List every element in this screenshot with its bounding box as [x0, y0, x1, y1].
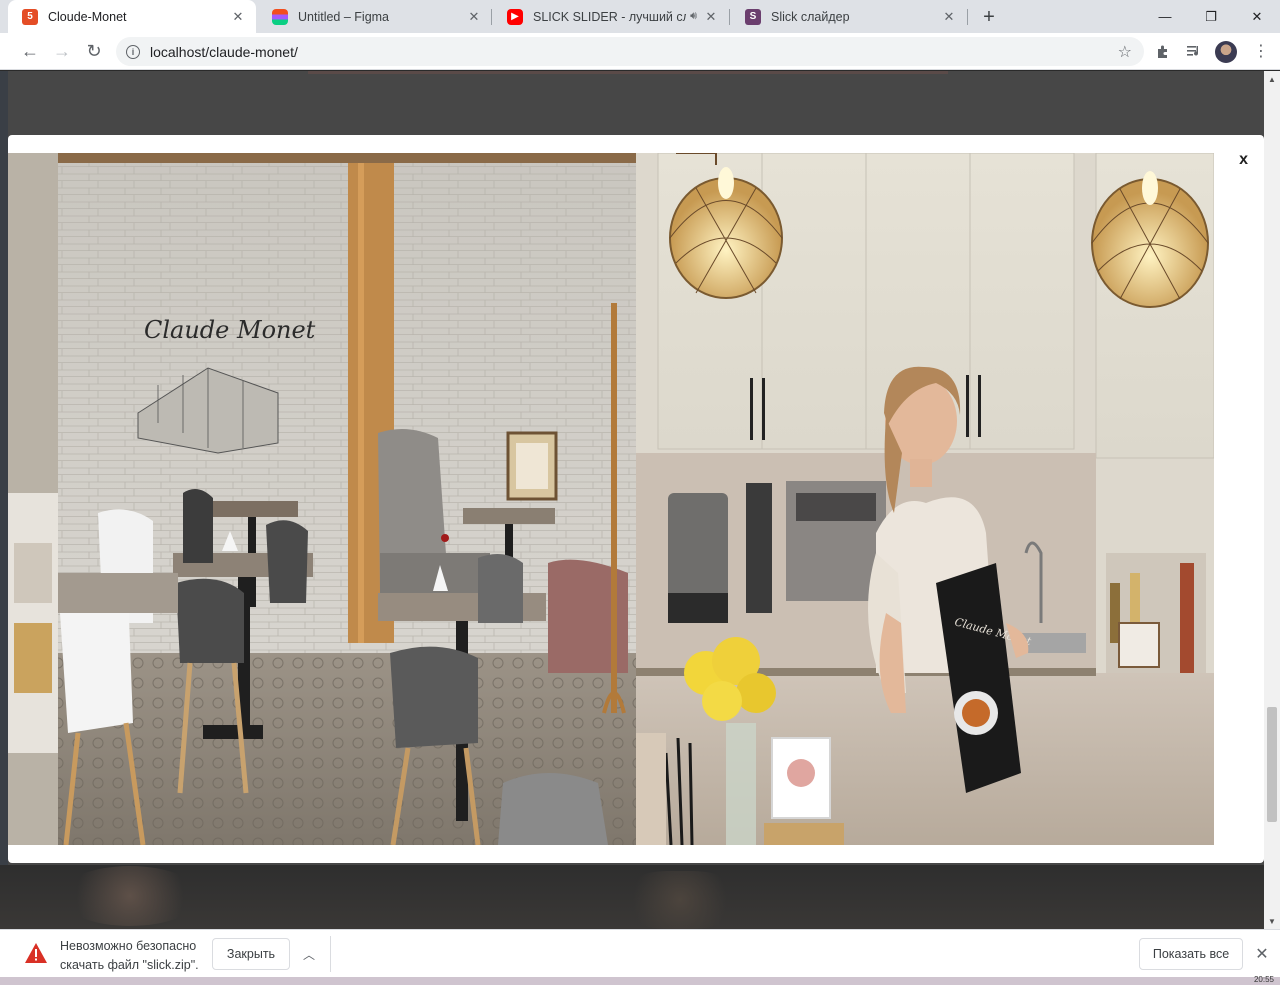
reload-button[interactable]: ↻ — [80, 37, 108, 65]
gallery-modal: x Claude Monet Claude Monet — [8, 135, 1264, 863]
forward-button[interactable]: → — [48, 37, 76, 65]
slide-cafe-interior: Claude Monet — [8, 153, 636, 845]
minimize-button[interactable]: — — [1142, 0, 1188, 33]
new-tab-button[interactable]: + — [976, 4, 1002, 30]
menu-icon[interactable]: ⋮ — [1248, 38, 1274, 64]
tab-slick[interactable]: S Slick слайдер ✕ — [731, 0, 967, 33]
download-separator — [330, 936, 331, 972]
download-message-line1: Невозможно безопасно — [60, 939, 197, 953]
address-bar[interactable]: i localhost/claude-monet/ ☆ — [116, 37, 1144, 66]
page-decoration — [60, 866, 200, 926]
slick-icon: S — [745, 8, 761, 25]
barista-with-menu-photo: Claude Monet — [636, 153, 1214, 845]
tab-title: SLICK SLIDER - лучший слай — [533, 9, 686, 24]
profile-avatar[interactable] — [1215, 41, 1237, 63]
close-download-bar-icon[interactable]: ✕ — [1252, 943, 1272, 965]
tab-separator — [729, 9, 730, 25]
media-control-icon[interactable] — [1181, 38, 1207, 64]
extensions-icon[interactable] — [1150, 38, 1176, 64]
tab-title: Untitled – Figma — [298, 9, 390, 24]
tab-title: Slick слайдер — [771, 9, 850, 24]
tab-separator — [491, 9, 492, 25]
close-icon[interactable]: ✕ — [941, 9, 957, 25]
html-icon: 5 — [22, 8, 38, 25]
bookmark-star-icon[interactable]: ☆ — [1118, 42, 1132, 62]
youtube-icon: ▶ — [507, 8, 523, 25]
scroll-down-arrow[interactable]: ▼ — [1264, 913, 1280, 929]
os-taskbar: 20:55 — [0, 975, 1280, 985]
tab-title: Cloude-Monet — [48, 9, 127, 24]
tab-separator — [967, 9, 968, 25]
chevron-up-icon[interactable]: ︿ — [298, 943, 320, 965]
tab-cloude-monet[interactable]: 5 Cloude-Monet ✕ — [8, 0, 256, 33]
download-close-button[interactable]: Закрыть — [212, 938, 290, 970]
show-all-downloads-button[interactable]: Показать все — [1139, 938, 1243, 970]
window-close-button[interactable]: ✕ — [1234, 0, 1280, 33]
tab-strip: 5 Cloude-Monet ✕ Untitled – Figma ✕ ▶ SL… — [0, 0, 1280, 33]
taskbar-clock: 20:55 — [1253, 975, 1274, 984]
page-decoration — [620, 871, 740, 929]
tab-figma[interactable]: Untitled – Figma ✕ — [258, 0, 492, 33]
image-slider[interactable]: Claude Monet Claude Monet — [8, 153, 1214, 845]
modal-close-button[interactable]: x — [1239, 151, 1248, 169]
download-message-line2: скачать файл "slick.zip". — [60, 958, 199, 972]
warning-icon — [25, 943, 47, 963]
scroll-up-arrow[interactable]: ▲ — [1264, 71, 1280, 87]
slide-barista: Claude Monet — [636, 153, 1214, 845]
wall-sign-text: Claude Monet — [144, 316, 316, 344]
close-icon[interactable]: ✕ — [466, 9, 482, 25]
page-top-band — [308, 71, 948, 74]
url-text[interactable]: localhost/claude-monet/ — [150, 44, 1118, 60]
close-icon[interactable]: ✕ — [703, 9, 719, 25]
info-icon[interactable]: i — [126, 44, 140, 59]
page-left-edge — [0, 71, 8, 929]
download-message: Невозможно безопасно скачать файл "slick… — [60, 937, 199, 975]
tab-youtube[interactable]: ▶ SLICK SLIDER - лучший слай 🔊︎ ✕ — [493, 0, 729, 33]
figma-icon — [272, 8, 288, 25]
close-icon[interactable]: ✕ — [230, 9, 246, 25]
cafe-interior-photo: Claude Monet — [8, 153, 636, 845]
scrollbar-thumb[interactable] — [1267, 707, 1277, 822]
browser-toolbar: ← → ↻ i localhost/claude-monet/ ☆ ⋮ — [0, 33, 1280, 70]
back-button[interactable]: ← — [16, 37, 44, 65]
download-bar: Невозможно безопасно скачать файл "slick… — [0, 929, 1280, 977]
restore-button[interactable]: ❐ — [1188, 0, 1234, 33]
page-scrollbar[interactable]: ▲ ▼ — [1264, 71, 1280, 929]
speaker-icon[interactable]: 🔊︎ — [690, 10, 697, 23]
